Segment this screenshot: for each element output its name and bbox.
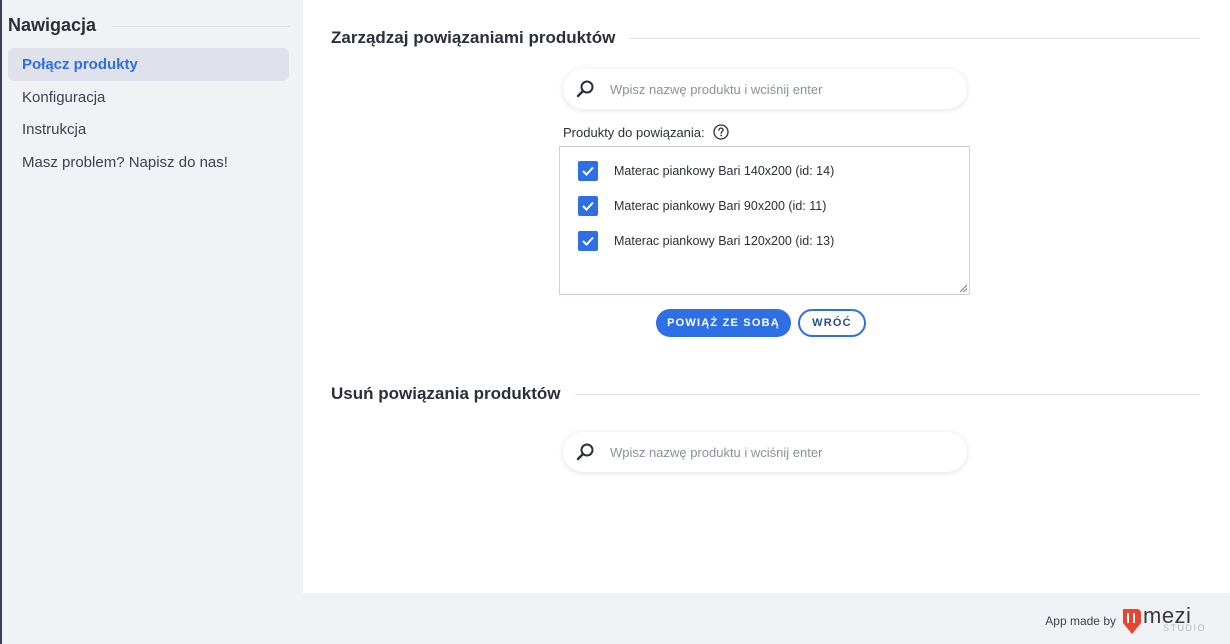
product-option-label: Materac piankowy Bari 90x200 (id: 11) bbox=[614, 199, 827, 213]
check-icon bbox=[582, 201, 594, 211]
remove-section-header: Usuń powiązania produktów bbox=[331, 384, 1200, 404]
credit-text: App made by bbox=[1045, 614, 1116, 628]
products-label-row: Produkty do powiązania: bbox=[563, 124, 729, 140]
amezi-logo-icon bbox=[1123, 609, 1141, 634]
sidebar-item-configuration[interactable]: Konfiguracja bbox=[8, 81, 289, 114]
product-option-label: Materac piankowy Bari 120x200 (id: 13) bbox=[614, 234, 835, 248]
resize-handle-icon[interactable] bbox=[959, 284, 968, 293]
remove-section-title: Usuń powiązania produktów bbox=[331, 384, 561, 403]
product-option[interactable]: Materac piankowy Bari 140x200 (id: 14) bbox=[578, 161, 834, 181]
back-button[interactable]: WRÓĆ bbox=[798, 309, 866, 337]
product-checkbox[interactable] bbox=[578, 196, 598, 216]
link-products-button[interactable]: POWIĄŻ ZE SOBĄ bbox=[656, 309, 791, 337]
brand-subtitle: STUDIO bbox=[1163, 623, 1207, 633]
product-option[interactable]: Materac piankowy Bari 90x200 (id: 11) bbox=[578, 196, 826, 216]
product-checkbox[interactable] bbox=[578, 231, 598, 251]
sidebar-header: Nawigacja bbox=[8, 14, 290, 36]
sidebar-item-contact[interactable]: Masz problem? Napisz do nas! bbox=[8, 146, 289, 179]
remove-search-input[interactable] bbox=[608, 443, 952, 461]
products-to-link-list[interactable]: Materac piankowy Bari 140x200 (id: 14) M… bbox=[559, 146, 970, 295]
search-icon bbox=[576, 80, 594, 98]
search-icon bbox=[576, 443, 594, 461]
footer-credit: App made by mezi STUDIO bbox=[1045, 603, 1207, 636]
manage-section-title: Zarządzaj powiązaniami produktów bbox=[331, 28, 616, 47]
manage-search-box[interactable] bbox=[563, 69, 967, 109]
manage-section-divider bbox=[629, 37, 1200, 39]
check-icon bbox=[582, 166, 594, 176]
products-to-link-label: Produkty do powiązania: bbox=[563, 124, 705, 140]
sidebar: Nawigacja Połącz produkty Konfiguracja I… bbox=[2, 0, 300, 644]
brand-logo[interactable]: mezi STUDIO bbox=[1121, 603, 1207, 636]
manage-section-header: Zarządzaj powiązaniami produktów bbox=[331, 28, 1200, 48]
product-option-label: Materac piankowy Bari 140x200 (id: 14) bbox=[614, 164, 835, 178]
sidebar-item-connect-products[interactable]: Połącz produkty bbox=[8, 48, 289, 81]
sidebar-divider bbox=[112, 26, 290, 27]
check-icon bbox=[582, 236, 594, 246]
question-circle-icon[interactable] bbox=[713, 124, 729, 140]
sidebar-item-instructions[interactable]: Instrukcja bbox=[8, 113, 289, 146]
remove-section-divider bbox=[574, 393, 1200, 395]
product-checkbox[interactable] bbox=[578, 161, 598, 181]
manage-search-input[interactable] bbox=[608, 80, 952, 98]
product-option[interactable]: Materac piankowy Bari 120x200 (id: 13) bbox=[578, 231, 834, 251]
main-panel: Zarządzaj powiązaniami produktów Produkt… bbox=[303, 0, 1230, 593]
sidebar-title: Nawigacja bbox=[8, 14, 97, 35]
remove-search-box[interactable] bbox=[563, 432, 967, 472]
